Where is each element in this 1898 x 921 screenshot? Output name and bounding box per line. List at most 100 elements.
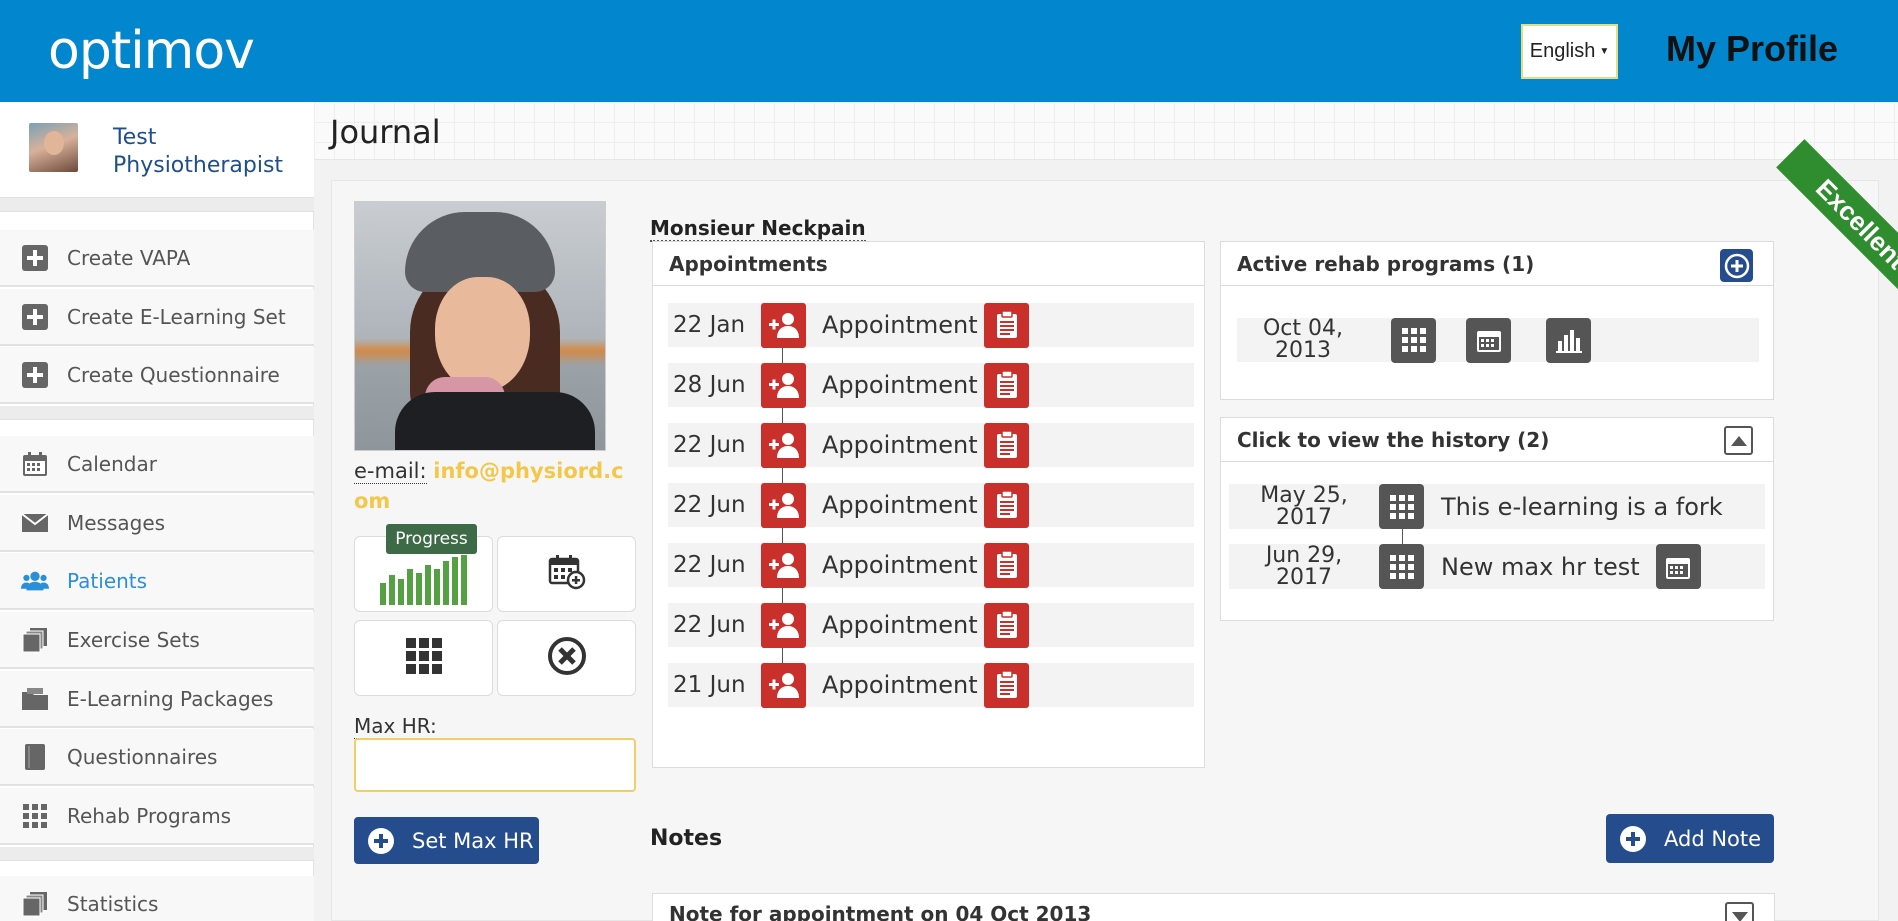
sidebar-item-calendar[interactable]: Calendar <box>0 436 314 493</box>
program-row[interactable]: Oct 04, 2013 <box>1237 316 1759 363</box>
history-label: This e-learning is a fork <box>1441 492 1723 521</box>
plus-square-icon <box>21 361 49 389</box>
max-hr-input[interactable] <box>354 738 636 792</box>
appointment-row[interactable]: 22 Jun Appointment <box>668 422 1194 468</box>
appointment-row[interactable]: 28 Jun Appointment <box>668 362 1194 408</box>
clipboard-icon[interactable] <box>984 422 1029 468</box>
calendar-icon <box>21 450 49 478</box>
add-user-icon[interactable] <box>761 662 806 708</box>
progress-tooltip: Progress <box>386 524 477 554</box>
sidebar-item-elearning-packages[interactable]: E-Learning Packages <box>0 671 314 728</box>
program-date: Oct 04, 2013 <box>1262 316 1344 363</box>
expand-toggle[interactable] <box>1725 902 1754 921</box>
appointment-date: 22 Jun <box>673 612 746 638</box>
appointment-date: 21 Jun <box>673 672 746 698</box>
history-date: Jun 29, 2017 <box>1265 542 1343 590</box>
sidebar-item-label: Rehab Programs <box>67 803 232 828</box>
avatar <box>29 123 78 172</box>
calendar-icon[interactable] <box>1466 317 1511 363</box>
appointment-row[interactable]: 22 Jun Appointment <box>668 482 1194 528</box>
appointment-row[interactable]: 22 Jan Appointment <box>668 302 1194 348</box>
clipboard-icon[interactable] <box>984 302 1029 348</box>
remove-patient-button[interactable] <box>497 620 636 696</box>
programs-grid-button[interactable] <box>354 620 493 696</box>
add-note-button[interactable]: Add Note <box>1606 814 1774 863</box>
sidebar-item-label: Messages <box>67 510 166 535</box>
clipboard-icon[interactable] <box>984 602 1029 648</box>
add-user-icon[interactable] <box>761 362 806 408</box>
add-user-icon[interactable] <box>761 542 806 588</box>
plus-circle-icon <box>1620 825 1646 852</box>
active-programs-title: Active rehab programs (1) <box>1237 251 1535 276</box>
my-profile-link[interactable]: My Profile <box>1666 28 1838 70</box>
email-label: e-mail: <box>354 459 427 484</box>
history-row[interactable]: Jun 29, 2017 New max hr test <box>1229 544 1765 589</box>
add-user-icon[interactable] <box>761 602 806 648</box>
grid-icon <box>21 802 49 830</box>
sidebar-separator <box>0 406 314 420</box>
sidebar-item-questionnaires[interactable]: Questionnaires <box>0 729 314 786</box>
sidebar-item-exercise-sets[interactable]: Exercise Sets <box>0 612 314 669</box>
notes-title: Notes <box>650 826 723 851</box>
copy-icon <box>21 626 49 654</box>
calendar-icon[interactable] <box>1655 544 1701 589</box>
plus-circle-icon <box>368 827 394 854</box>
envelope-icon <box>21 509 49 537</box>
appointment-label: Appointment <box>822 491 978 519</box>
add-appointment-button[interactable] <box>497 536 636 612</box>
language-select[interactable]: English ▼ <box>1521 24 1618 79</box>
close-circle-icon <box>547 636 587 680</box>
appointment-label: Appointment <box>822 611 978 639</box>
max-hr-label: Max HR: <box>354 714 437 739</box>
appointment-label: Appointment <box>822 551 978 579</box>
language-select-value: English <box>1529 40 1596 62</box>
sidebar-item-patients[interactable]: Patients <box>0 553 314 610</box>
user-name[interactable]: Test Physiotherapist <box>113 124 293 180</box>
note-item[interactable]: Note for appointment on 04 Oct 2013 <box>652 893 1775 921</box>
sidebar-item-statistics[interactable]: Statistics <box>0 876 314 921</box>
history-header[interactable]: Click to view the history (2) <box>1221 418 1773 462</box>
add-user-icon[interactable] <box>761 422 806 468</box>
clipboard-icon[interactable] <box>984 482 1029 528</box>
grid-icon[interactable] <box>1391 317 1436 363</box>
plus-square-icon <box>21 303 49 331</box>
sidebar-item-rehab-programs[interactable]: Rehab Programs <box>0 788 314 845</box>
patient-name[interactable]: Monsieur Neckpain <box>650 216 866 242</box>
clipboard-icon[interactable] <box>984 662 1029 708</box>
history-row[interactable]: May 25, 2017 This e-learning is a fork <box>1229 484 1765 529</box>
sidebar-item-create-questionnaire[interactable]: Create Questionnaire <box>0 347 314 404</box>
appointment-date: 28 Jun <box>673 372 746 398</box>
user-box[interactable]: Test Physiotherapist <box>0 102 314 198</box>
top-header: optimov English ▼ My Profile <box>0 0 1898 102</box>
clipboard-icon[interactable] <box>984 542 1029 588</box>
sidebar-item-messages[interactable]: Messages <box>0 495 314 552</box>
appointment-row[interactable]: 22 Jun Appointment <box>668 602 1194 648</box>
add-user-icon[interactable] <box>761 482 806 528</box>
grid-icon[interactable] <box>1379 484 1424 529</box>
sidebar-item-label: Create Questionnaire <box>67 362 280 387</box>
note-title: Note for appointment on 04 Oct 2013 <box>669 902 1092 921</box>
add-user-icon[interactable] <box>761 302 806 348</box>
folder-icon <box>21 685 49 713</box>
sidebar-item-label: Create E-Learning Set <box>67 304 286 329</box>
appointments-title-text: Appointments <box>669 251 828 276</box>
bar-chart-icon <box>380 555 467 605</box>
appointment-row[interactable]: 22 Jun Appointment <box>668 542 1194 588</box>
collapse-toggle[interactable] <box>1724 426 1753 455</box>
grid-icon[interactable] <box>1379 544 1424 589</box>
history-box: Click to view the history (2) May 25, 20… <box>1220 417 1774 621</box>
appointment-row[interactable]: 21 Jun Appointment <box>668 662 1194 708</box>
sidebar-item-create-vapa[interactable]: Create VAPA <box>0 230 314 287</box>
set-max-hr-button[interactable]: Set Max HR <box>354 817 539 864</box>
journal-header-bar <box>314 102 1898 160</box>
clipboard-icon[interactable] <box>984 362 1029 408</box>
sidebar-item-create-elearning-set[interactable]: Create E-Learning Set <box>0 289 314 346</box>
appointment-date: 22 Jun <box>673 432 746 458</box>
app-logo[interactable]: optimov <box>48 18 255 84</box>
add-program-button[interactable] <box>1720 249 1753 282</box>
sidebar-item-label: Statistics <box>67 891 159 916</box>
grid-icon <box>405 638 442 678</box>
bar-chart-icon[interactable] <box>1546 317 1591 363</box>
sidebar: Test Physiotherapist Create VAPA Create … <box>0 102 314 921</box>
chevron-up-icon <box>1730 435 1747 446</box>
